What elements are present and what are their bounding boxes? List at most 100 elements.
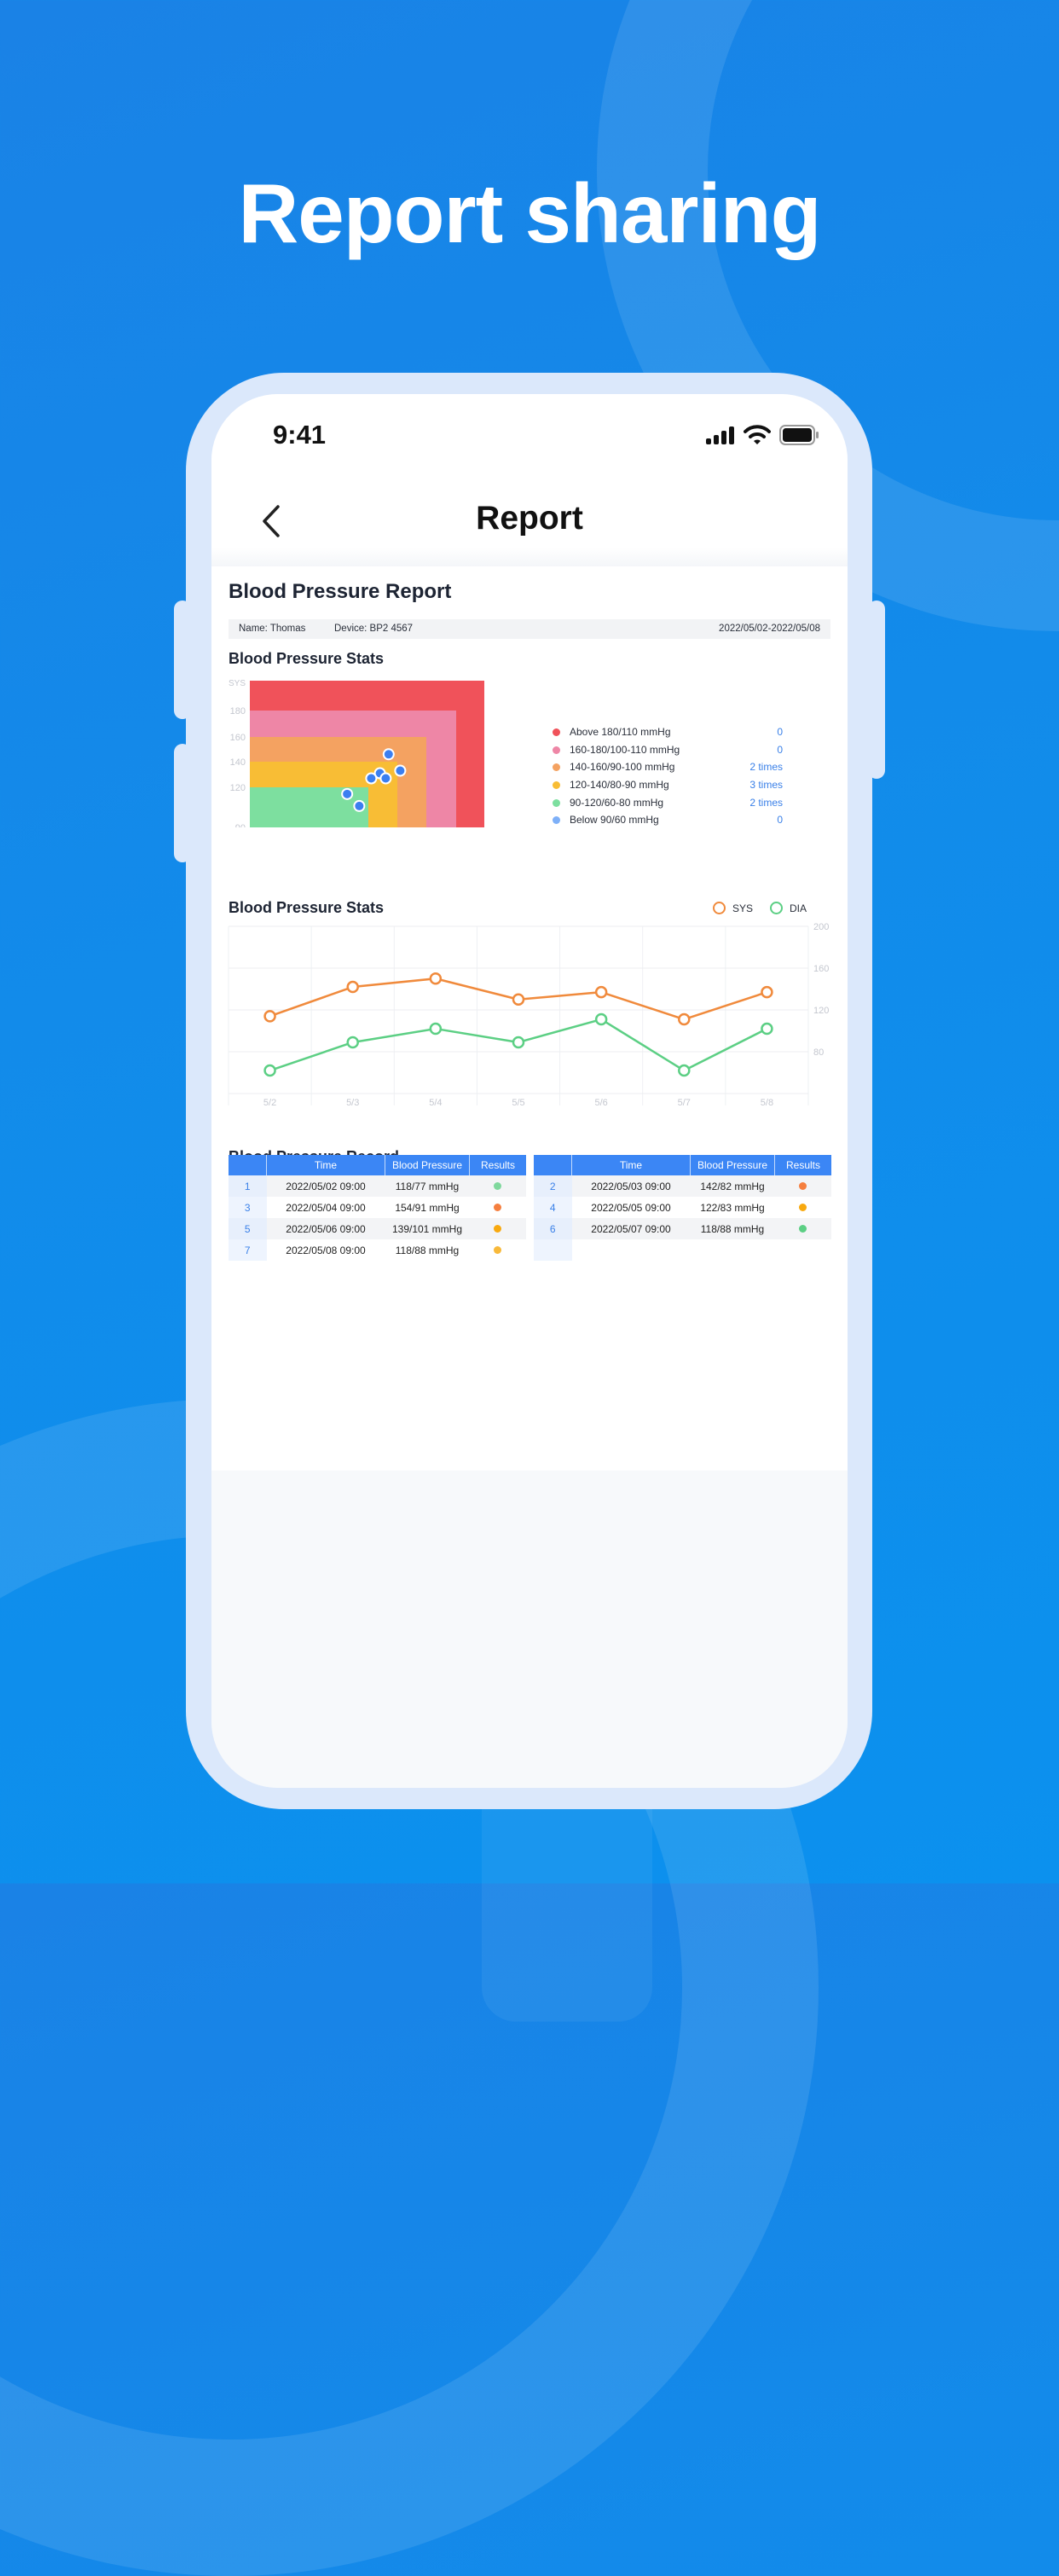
legend-label: 140-160/90-100 mmHg [570, 761, 675, 774]
cell-idx: 4 [534, 1197, 572, 1218]
data-point-sys[interactable] [678, 1012, 691, 1026]
y-tick-label: 120 [813, 1006, 829, 1016]
cell-result [775, 1197, 832, 1218]
legend-dot-icon [553, 816, 560, 825]
cell-bp: 118/88 mmHg [690, 1218, 775, 1239]
report-content: Blood Pressure Report Name: Thomas Devic… [211, 566, 848, 1471]
column-header [534, 1155, 572, 1175]
table-row[interactable]: 4 2022/05/05 09:00 122/83 mmHg [534, 1197, 831, 1218]
result-status-dot-icon [799, 1203, 807, 1211]
sys-swatch-icon [712, 902, 726, 914]
zone-legend-item: Below 90/60 mmHg 0 [553, 811, 783, 829]
cell-bp: 142/82 mmHg [690, 1175, 775, 1197]
legend-label: Below 90/60 mmHg [570, 814, 659, 827]
table-row[interactable]: 2 2022/05/03 09:00 142/82 mmHg [534, 1175, 831, 1197]
data-point-sys[interactable] [761, 985, 773, 999]
legend-dot-icon [553, 746, 560, 754]
y-axis-label: SYS [229, 679, 246, 688]
cell-time: 2022/05/05 09:00 [591, 1201, 671, 1214]
cell-bp [691, 1239, 775, 1261]
zone-legend-item: 160-180/100-110 mmHg 0 [553, 741, 783, 759]
data-point-dia[interactable] [346, 1036, 359, 1049]
legend-label-sys: SYS [732, 902, 753, 914]
y-tick-label: 160 [230, 733, 246, 743]
x-tick-label: 5/5 [512, 1098, 524, 1108]
result-status-dot-icon [494, 1224, 502, 1233]
data-point-dia[interactable] [263, 1064, 276, 1077]
stats-section-title: Blood Pressure Stats [229, 650, 385, 667]
cell-bp: 118/77 mmHg [385, 1175, 470, 1197]
y-tick-label: 90 [235, 823, 246, 827]
table-row[interactable]: 6 2022/05/07 09:00 118/88 mmHg [534, 1218, 831, 1239]
data-point[interactable] [341, 787, 354, 800]
cell-idx [534, 1239, 572, 1261]
cell-idx: 7 [229, 1239, 267, 1261]
table-row[interactable]: 5 2022/05/06 09:00 139/101 mmHg [229, 1218, 526, 1239]
legend-dot-icon [553, 798, 560, 807]
zone-legend-item: 120-140/80-90 mmHg 3 times [553, 776, 783, 794]
data-point-dia[interactable] [512, 1036, 525, 1049]
column-header: Results [469, 1155, 526, 1175]
data-point-sys[interactable] [263, 1010, 276, 1023]
divider [211, 548, 848, 566]
patient-name: Name: Thomas [239, 624, 306, 634]
status-bar: 9:41 [211, 394, 848, 479]
zone-legend-item: Above 180/110 mmHg 0 [553, 723, 783, 741]
result-status-dot-icon [494, 1203, 502, 1211]
data-point[interactable] [382, 748, 395, 761]
data-point-sys[interactable] [594, 985, 608, 999]
date-range: 2022/05/02-2022/05/08 [719, 624, 820, 634]
record-table-left: Time Blood Pressure Results 1 2022/05/02 09:… [229, 1155, 526, 1261]
status-time: 9:41 [273, 420, 327, 450]
legend-dot-icon [553, 728, 560, 736]
data-point-sys[interactable] [429, 972, 443, 985]
data-point-dia[interactable] [678, 1064, 691, 1077]
data-point-dia[interactable] [429, 1022, 443, 1036]
legend-label-dia: DIA [789, 902, 807, 914]
cell-bp: 154/91 mmHg [395, 1201, 460, 1214]
legend-count: 3 times [749, 779, 783, 792]
cell-time: 2022/05/08 09:00 [286, 1244, 366, 1256]
data-point-sys[interactable] [512, 993, 525, 1006]
data-point[interactable] [379, 772, 392, 785]
wifi-icon [744, 425, 771, 444]
legend-label: 120-140/80-90 mmHg [570, 779, 669, 792]
column-header: Time [266, 1155, 385, 1175]
table-row[interactable]: 1 2022/05/02 09:00 118/77 mmHg [229, 1175, 526, 1197]
cell-bp: 122/83 mmHg [700, 1201, 765, 1214]
legend-label: 160-180/100-110 mmHg [570, 743, 680, 756]
cell-result [469, 1218, 526, 1239]
signal-icon [706, 426, 734, 444]
result-status-dot-icon [494, 1181, 502, 1190]
data-point[interactable] [353, 799, 366, 812]
data-point-dia[interactable] [761, 1022, 773, 1036]
data-point-dia[interactable] [594, 1012, 608, 1026]
data-point-sys[interactable] [346, 980, 359, 994]
cell-result [470, 1197, 527, 1218]
result-status-dot-icon [799, 1181, 807, 1190]
cell-time: 2022/05/07 09:00 [571, 1218, 691, 1239]
cell-idx: 2 [534, 1175, 572, 1197]
cell-result [775, 1239, 832, 1261]
zone-legend-item: 140-160/90-100 mmHg 2 times [553, 758, 783, 776]
y-tick-label: 140 [230, 757, 246, 768]
report-info-bar: Name: Thomas Device: BP2 4567 2022/05/02… [229, 619, 830, 639]
data-point[interactable] [365, 772, 378, 785]
legend-count: 0 [777, 743, 783, 756]
page-title: Report [476, 500, 583, 537]
cell-result [469, 1175, 526, 1197]
legend-dot-icon [553, 781, 560, 790]
x-tick-label: 5/2 [263, 1098, 276, 1108]
table-header-row: Time Blood Pressure Results [229, 1155, 526, 1175]
legend-item-sys: SYS [712, 902, 753, 914]
headline: Report sharing [238, 166, 822, 260]
cell-idx: 5 [229, 1218, 267, 1239]
table-row[interactable]: 7 2022/05/08 09:00 118/88 mmHg [229, 1239, 526, 1261]
table-row[interactable]: 3 2022/05/04 09:00 154/91 mmHg [229, 1197, 526, 1218]
cell-result [774, 1175, 831, 1197]
report-title: Blood Pressure Report [229, 580, 452, 603]
data-point[interactable] [394, 764, 407, 777]
cell-time: 2022/05/04 09:00 [286, 1201, 366, 1214]
result-status-dot-icon [494, 1245, 502, 1254]
table-row[interactable] [534, 1239, 831, 1261]
